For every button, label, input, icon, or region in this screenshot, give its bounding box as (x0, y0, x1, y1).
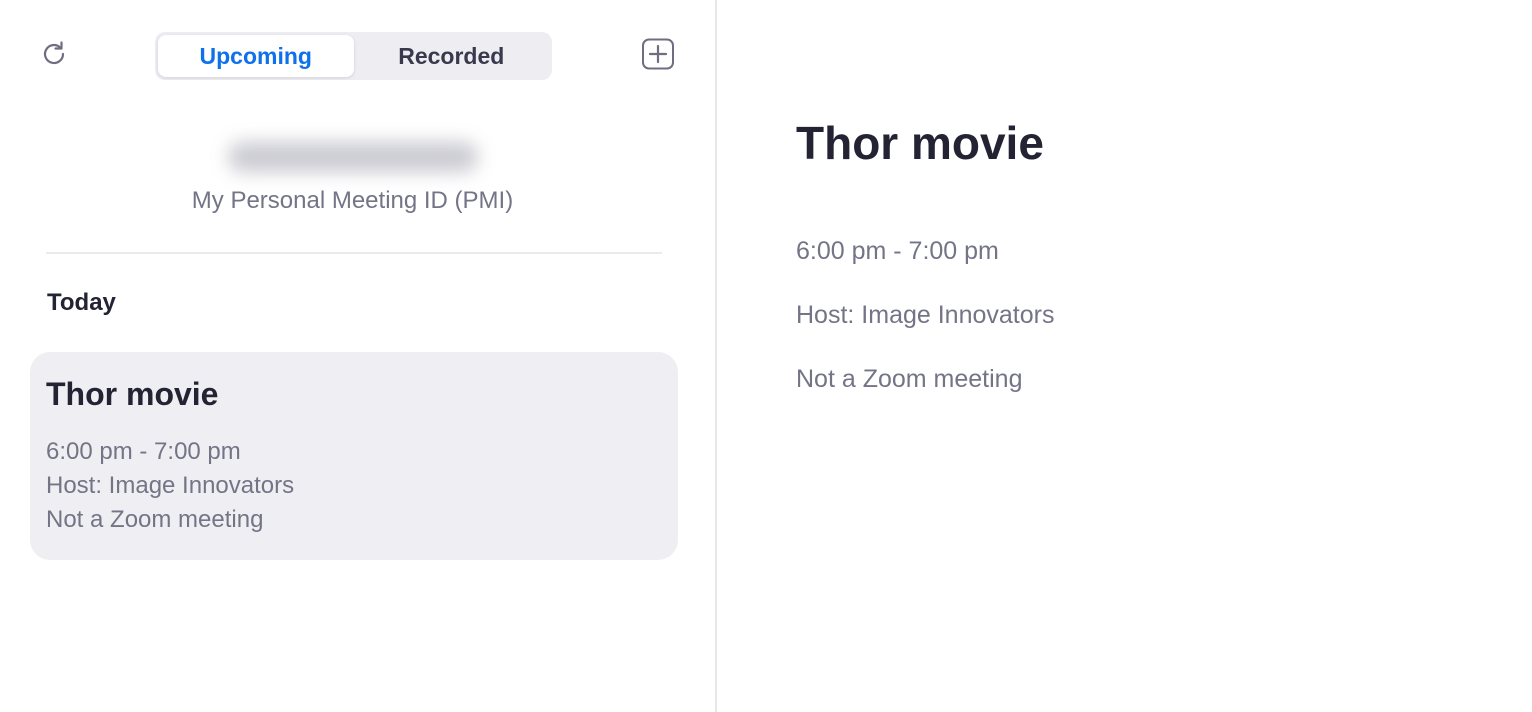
meeting-card-title: Thor movie (46, 376, 219, 412)
pmi-label: My Personal Meeting ID (PMI) (191, 187, 514, 214)
refresh-icon (39, 39, 69, 74)
section-heading-today: Today (47, 289, 116, 316)
tab-upcoming[interactable]: Upcoming (158, 35, 354, 77)
meetings-tab-switcher: Upcoming Recorded (155, 32, 552, 80)
meeting-card-host: Host: Image Innovators (46, 472, 295, 499)
meeting-detail-panel: Thor movie 6:00 pm - 7:00 pm Host: Image… (717, 0, 1532, 712)
list-divider (46, 252, 662, 254)
meeting-detail-host: Host: Image Innovators (796, 301, 1055, 329)
meeting-detail-note: Not a Zoom meeting (796, 365, 1023, 393)
tab-recorded[interactable]: Recorded (354, 35, 550, 77)
refresh-button[interactable] (38, 40, 70, 72)
pmi-number-redacted (200, 128, 505, 186)
pmi-blur-mask (227, 142, 478, 172)
meeting-detail-title: Thor movie (796, 117, 1044, 169)
meeting-card-time: 6:00 pm - 7:00 pm (46, 438, 241, 465)
meeting-detail-time: 6:00 pm - 7:00 pm (796, 237, 999, 265)
meetings-list-panel: Upcoming Recorded My Personal Meeting ID… (0, 0, 715, 712)
plus-square-icon (641, 38, 675, 75)
meeting-card-note: Not a Zoom meeting (46, 506, 264, 533)
meetings-window: Upcoming Recorded My Personal Meeting ID… (0, 0, 1532, 712)
schedule-meeting-button[interactable] (640, 38, 676, 75)
meeting-card[interactable]: Thor movie 6:00 pm - 7:00 pm Host: Image… (30, 352, 678, 560)
